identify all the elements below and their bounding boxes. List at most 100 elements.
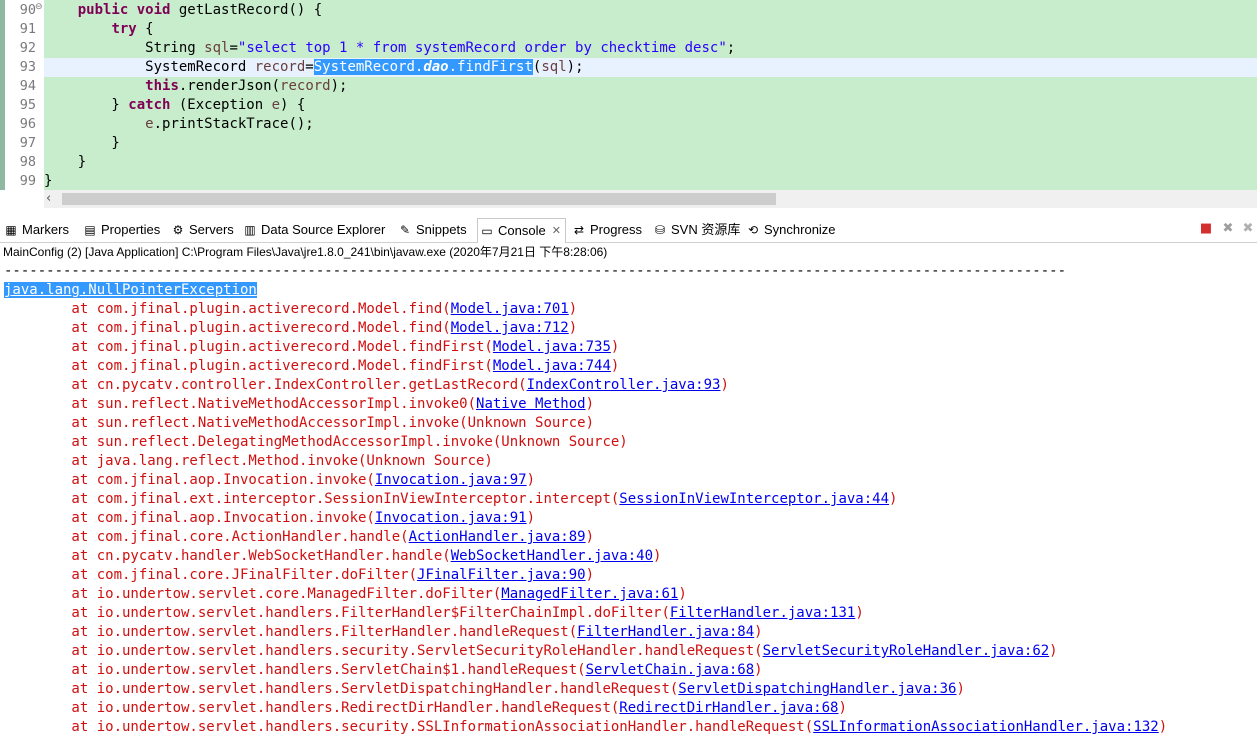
source-link[interactable]: ServletDispatchingHandler.java:36 xyxy=(678,681,956,697)
source-link[interactable]: Invocation.java:91 xyxy=(375,510,527,526)
stack-frame[interactable]: at io.undertow.servlet.handlers.ServletC… xyxy=(4,661,762,680)
source-link[interactable]: ManagedFilter.java:61 xyxy=(501,586,678,602)
stack-frame-suffix: ) xyxy=(1158,719,1168,735)
line-number: 94 xyxy=(19,78,36,94)
stack-frame[interactable]: at io.undertow.servlet.core.ManagedFilte… xyxy=(4,585,687,604)
stack-frame[interactable]: at com.jfinal.plugin.activerecord.Model.… xyxy=(4,338,619,357)
code-line[interactable]: e.printStackTrace(); xyxy=(44,115,1257,134)
tab-markers[interactable]: ▦ Markers xyxy=(4,218,69,242)
code-line[interactable]: } xyxy=(44,134,1257,153)
terminate-icon[interactable]: ■ xyxy=(1198,221,1214,237)
code-line[interactable]: } catch (Exception e) { xyxy=(44,96,1257,115)
console-separator[interactable]: ----------------------------------------… xyxy=(4,262,1066,281)
tab-data-source-explorer[interactable]: ▥ Data Source Explorer xyxy=(243,218,385,242)
horizontal-scrollbar[interactable]: ‹ xyxy=(44,190,1257,208)
stack-frame[interactable]: at com.jfinal.aop.Invocation.invoke(Invo… xyxy=(4,471,535,490)
line-number: 93 xyxy=(19,59,36,75)
tab-label: Markers xyxy=(22,222,69,237)
source-link[interactable]: FilterHandler.java:84 xyxy=(577,624,754,640)
stack-frame-text: at io.undertow.servlet.handlers.ServletC… xyxy=(4,662,586,678)
code-line[interactable]: } xyxy=(44,153,1257,172)
tab-snippets[interactable]: ✎ Snippets xyxy=(398,218,467,242)
console-output[interactable]: ----------------------------------------… xyxy=(0,262,1257,735)
source-link[interactable]: SessionInViewInterceptor.java:44 xyxy=(619,491,889,507)
stack-frame[interactable]: at io.undertow.servlet.handlers.security… xyxy=(4,718,1167,735)
stack-frame[interactable]: at io.undertow.servlet.handlers.security… xyxy=(4,642,1057,661)
code-token: = xyxy=(229,40,238,56)
stack-frame-suffix: ) xyxy=(678,586,687,602)
stack-frame[interactable]: at sun.reflect.NativeMethodAccessorImpl.… xyxy=(4,395,594,414)
code-line[interactable]: this.renderJson(record); xyxy=(44,77,1257,96)
stack-frame[interactable]: at io.undertow.servlet.handlers.ServletD… xyxy=(4,680,965,699)
source-link[interactable]: Native Method xyxy=(476,396,586,412)
source-link[interactable]: Invocation.java:97 xyxy=(375,472,527,488)
code-line[interactable]: try { xyxy=(44,20,1257,39)
code-token: record xyxy=(254,59,306,75)
properties-icon: ▤ xyxy=(84,223,96,237)
source-link[interactable]: ActionHandler.java:89 xyxy=(409,529,586,545)
code-token: record xyxy=(280,78,331,94)
source-link[interactable]: RedirectDirHandler.java:68 xyxy=(619,700,838,716)
source-link[interactable]: WebSocketHandler.java:40 xyxy=(451,548,653,564)
stack-frame[interactable]: at com.jfinal.core.JFinalFilter.doFilter… xyxy=(4,566,594,585)
line-number: 90 xyxy=(19,2,36,18)
tab-console[interactable]: ▭ Console ✕ xyxy=(477,218,566,243)
remove-all-icon[interactable]: ✖ xyxy=(1240,221,1256,237)
code-line[interactable]: } xyxy=(44,172,1257,191)
remove-launch-icon[interactable]: ✖ xyxy=(1220,221,1236,237)
code-token: dao xyxy=(423,59,449,75)
stack-frame[interactable]: at com.jfinal.plugin.activerecord.Model.… xyxy=(4,357,619,376)
source-link[interactable]: Model.java:744 xyxy=(493,358,611,374)
stack-frame-text: at com.jfinal.aop.Invocation.invoke( xyxy=(4,510,375,526)
stack-frame[interactable]: at cn.pycatv.handler.WebSocketHandler.ha… xyxy=(4,547,661,566)
source-link[interactable]: Model.java:701 xyxy=(451,301,569,317)
code-editor[interactable]: ⊖ 90 91 92 93 94 95 96 97 98 99 ‹ public void get… xyxy=(0,0,1257,208)
source-link[interactable]: IndexController.java:93 xyxy=(527,377,721,393)
code-line[interactable]: SystemRecord record=SystemRecord.dao.fin… xyxy=(44,58,1257,77)
line-number: 99 xyxy=(19,173,36,189)
stack-frame[interactable]: at java.lang.reflect.Method.invoke(Unkno… xyxy=(4,452,492,471)
stack-frame[interactable]: at sun.reflect.DelegatingMethodAccessorI… xyxy=(4,433,627,452)
source-link[interactable]: ServletSecurityRoleHandler.java:62 xyxy=(763,643,1050,659)
scroll-left-icon[interactable]: ‹ xyxy=(46,190,51,208)
stack-frame[interactable]: at com.jfinal.plugin.activerecord.Model.… xyxy=(4,300,577,319)
tab-properties[interactable]: ▤ Properties xyxy=(83,218,160,242)
code-token: } xyxy=(44,173,53,189)
stack-frame[interactable]: at io.undertow.servlet.handlers.FilterHa… xyxy=(4,623,762,642)
stack-frame-suffix: ) xyxy=(956,681,965,697)
source-link[interactable]: SSLInformationAssociationHandler.java:13… xyxy=(813,719,1159,735)
code-line[interactable]: public void getLastRecord() { xyxy=(44,1,1257,20)
source-link[interactable]: ServletChain.java:68 xyxy=(586,662,755,678)
stack-frame[interactable]: at sun.reflect.NativeMethodAccessorImpl.… xyxy=(4,414,594,433)
tab-svn[interactable]: ⛁ SVN 资源库 xyxy=(653,218,740,242)
source-link[interactable]: FilterHandler.java:131 xyxy=(670,605,855,621)
synchronize-icon: ⟲ xyxy=(747,223,759,237)
stack-frame-suffix: ) xyxy=(585,396,595,412)
source-link[interactable]: Model.java:712 xyxy=(451,320,569,336)
view-tab-bar: ▦ Markers ▤ Properties ⚙ Servers ▥ Data Source … xyxy=(0,218,1257,243)
stack-frame[interactable]: at com.jfinal.plugin.activerecord.Model.… xyxy=(4,319,577,338)
stack-frame-text: at com.jfinal.ext.interceptor.SessionInV… xyxy=(4,491,620,507)
stack-frame[interactable]: at com.jfinal.aop.Invocation.invoke(Invo… xyxy=(4,509,535,528)
code-line[interactable]: String sql="select top 1 * from systemRe… xyxy=(44,39,1257,58)
close-icon[interactable]: ✕ xyxy=(552,220,561,242)
stack-frame-text: at io.undertow.servlet.handlers.ServletD… xyxy=(4,681,679,697)
stack-frame[interactable]: at cn.pycatv.controller.IndexController.… xyxy=(4,376,728,395)
code-token: .printStackTrace(); xyxy=(153,116,314,132)
tab-servers[interactable]: ⚙ Servers xyxy=(171,218,234,242)
source-link[interactable]: Model.java:735 xyxy=(493,339,611,355)
stack-frame[interactable]: at io.undertow.servlet.handlers.Redirect… xyxy=(4,699,846,718)
tab-synchronize[interactable]: ⟲ Synchronize xyxy=(746,218,836,242)
scrollbar-thumb[interactable] xyxy=(62,193,776,205)
tab-progress[interactable]: ⇄ Progress xyxy=(572,218,642,242)
fold-collapse-icon[interactable]: ⊖ xyxy=(35,2,43,12)
stack-frame[interactable]: at io.undertow.servlet.handlers.FilterHa… xyxy=(4,604,863,623)
stack-frame[interactable]: at com.jfinal.ext.interceptor.SessionInV… xyxy=(4,490,897,509)
exception-line[interactable]: java.lang.NullPointerException xyxy=(4,281,257,300)
source-link[interactable]: JFinalFilter.java:90 xyxy=(417,567,586,583)
stack-frame[interactable]: at com.jfinal.core.ActionHandler.handle(… xyxy=(4,528,594,547)
exception-link[interactable]: java.lang.NullPointerException xyxy=(4,282,257,298)
console-launch-description: MainConfig (2) [Java Application] C:\Pro… xyxy=(3,245,608,259)
